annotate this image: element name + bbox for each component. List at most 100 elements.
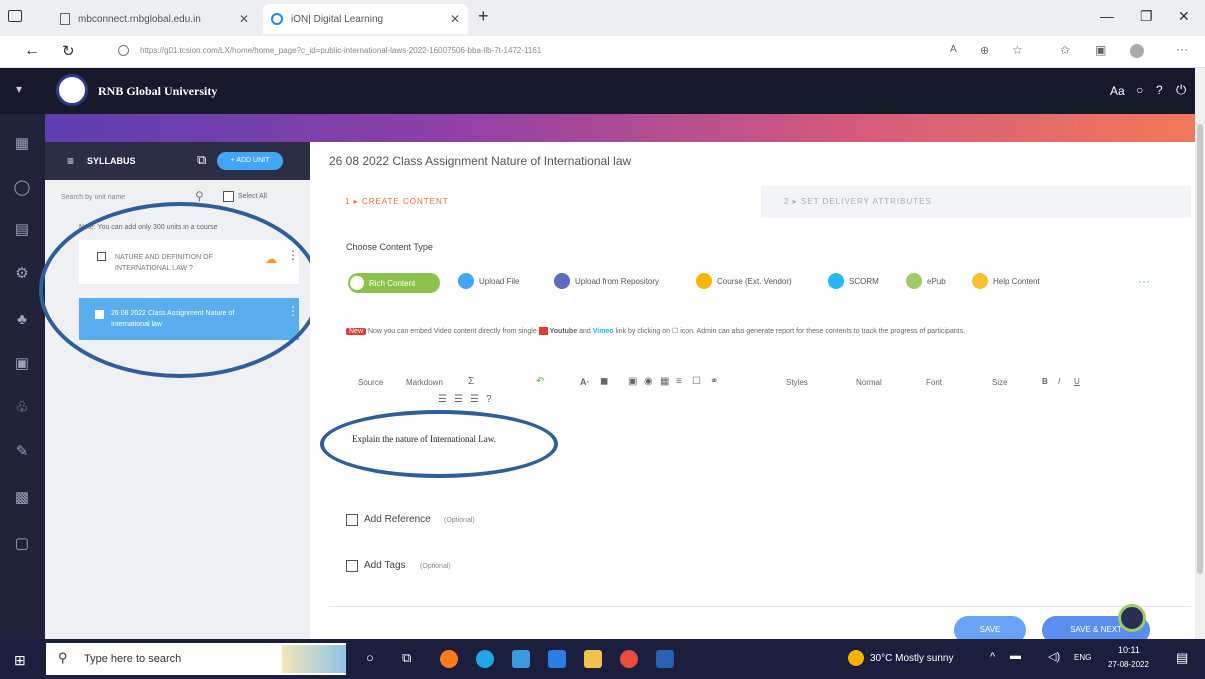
- content-type-help-content[interactable]: Help Content: [972, 273, 1040, 289]
- restore-icon[interactable]: ❐: [1140, 8, 1153, 25]
- font-select[interactable]: Font: [926, 378, 942, 387]
- menu-toggle-icon[interactable]: ▾: [16, 82, 22, 96]
- underline-button[interactable]: U: [1074, 377, 1080, 386]
- markdown-button[interactable]: Markdown: [406, 378, 443, 387]
- align-center-icon[interactable]: ☰: [454, 394, 463, 405]
- hr-icon[interactable]: ≡: [676, 376, 682, 387]
- edit-icon[interactable]: ✎: [12, 442, 32, 462]
- tab-ion-digital-learning[interactable]: iON| Digital Learning ✕: [263, 4, 468, 34]
- back-icon[interactable]: ←: [24, 42, 40, 60]
- content-type-upload-repository[interactable]: Upload from Repository: [554, 273, 659, 289]
- language-indicator[interactable]: ENG: [1074, 653, 1091, 662]
- library-icon[interactable]: ▩: [12, 488, 32, 508]
- windows-start-icon[interactable]: ⊞: [14, 652, 26, 669]
- content-type-course-ext-vendor[interactable]: Course (Ext. Vendor): [696, 273, 792, 289]
- collections-icon[interactable]: ▣: [1095, 43, 1106, 57]
- close-window-icon[interactable]: ✕: [1178, 8, 1190, 25]
- clock-date[interactable]: 27-08-2022: [1108, 660, 1149, 669]
- store-icon[interactable]: [512, 650, 530, 668]
- notifications-icon[interactable]: ▤: [1176, 650, 1188, 666]
- link-icon[interactable]: ⚭: [710, 376, 718, 387]
- cortana-icon[interactable]: ○: [366, 650, 374, 665]
- video-icon[interactable]: ◉: [644, 376, 653, 387]
- add-tags-checkbox[interactable]: [346, 560, 358, 572]
- read-aloud-icon[interactable]: A: [950, 44, 957, 55]
- new-tab-icon[interactable]: +: [478, 6, 489, 27]
- bg-color-icon[interactable]: ◼: [600, 376, 608, 387]
- help-toolbar-icon[interactable]: ?: [486, 394, 492, 405]
- tray-chevron-icon[interactable]: ^: [990, 651, 995, 663]
- upload-repository-label: Upload from Repository: [575, 276, 660, 286]
- content-type-upload-file[interactable]: Upload File: [458, 273, 519, 289]
- more-content-types-button[interactable]: ···: [1138, 274, 1150, 288]
- undo-icon[interactable]: ↶: [536, 376, 544, 387]
- sigma-icon[interactable]: Σ: [468, 376, 474, 387]
- firefox-icon[interactable]: [440, 650, 458, 668]
- help-icon[interactable]: ?: [1156, 83, 1163, 97]
- table-icon[interactable]: ▦: [660, 376, 669, 387]
- tab-actions-icon[interactable]: [8, 10, 22, 22]
- image-icon[interactable]: ▣: [628, 376, 637, 387]
- url-field[interactable]: https://g01.tcsion.com/LX/home/home_page…: [140, 46, 780, 55]
- people-icon[interactable]: ♧: [12, 398, 32, 418]
- search-icon[interactable]: ⚲: [195, 189, 204, 203]
- close-tab-icon[interactable]: ✕: [239, 12, 249, 26]
- step-create-content[interactable]: 1 ▸ CREATE CONTENT: [329, 186, 761, 218]
- zoom-icon[interactable]: ⊕: [980, 44, 989, 57]
- info-icon[interactable]: [118, 45, 129, 56]
- close-tab-icon[interactable]: ✕: [450, 12, 460, 26]
- size-select[interactable]: Size: [992, 378, 1008, 387]
- scrollbar-thumb[interactable]: [1197, 124, 1203, 574]
- book-icon[interactable]: ▤: [12, 220, 32, 240]
- content-type-rich-content[interactable]: Rich Content: [348, 273, 440, 293]
- report-icon[interactable]: ▣: [12, 354, 32, 374]
- new-badge: New: [346, 328, 367, 335]
- page-scrollbar[interactable]: [1195, 68, 1205, 639]
- favorite-add-icon[interactable]: ☆: [1012, 43, 1023, 57]
- align-right-icon[interactable]: ☰: [470, 394, 479, 405]
- content-type-epub[interactable]: ePub: [906, 273, 946, 289]
- step-delivery-attributes[interactable]: 2 ▸ SET DELIVERY ATTRIBUTES: [784, 197, 932, 206]
- mail-icon[interactable]: [548, 650, 566, 668]
- bold-button[interactable]: B: [1042, 377, 1048, 386]
- weather-text[interactable]: 30°C Mostly sunny: [870, 653, 953, 664]
- text-color-icon[interactable]: A·: [580, 377, 590, 387]
- select-all-checkbox[interactable]: [223, 191, 234, 202]
- copy-icon[interactable]: ⧉: [197, 152, 206, 168]
- clock-time[interactable]: 10:11: [1118, 645, 1140, 655]
- italic-button[interactable]: I: [1058, 377, 1060, 386]
- file-explorer-icon[interactable]: [584, 650, 602, 668]
- align-left-icon[interactable]: ☰: [438, 394, 447, 405]
- tab-label: iON| Digital Learning: [291, 13, 384, 25]
- favorites-icon[interactable]: ✩: [1060, 43, 1070, 57]
- minimize-icon[interactable]: —: [1100, 8, 1114, 24]
- taskbar-search[interactable]: ⚲ Type here to search: [46, 643, 346, 675]
- embed-toolbar-icon[interactable]: ☐: [692, 376, 701, 387]
- content-type-scorm[interactable]: SCORM: [828, 273, 879, 289]
- chatbot-icon[interactable]: [1118, 604, 1146, 632]
- edge-icon[interactable]: [476, 650, 494, 668]
- calendar-icon[interactable]: ▢: [12, 534, 32, 554]
- font-size-toggle[interactable]: Aa: [1110, 84, 1125, 98]
- task-view-icon[interactable]: ⧉: [402, 650, 411, 666]
- unit-search-input[interactable]: Search by unit name: [61, 194, 181, 201]
- group-icon[interactable]: ♣: [12, 310, 32, 330]
- power-icon[interactable]: ⏻: [1176, 82, 1186, 98]
- profile-icon[interactable]: [1130, 44, 1144, 58]
- tab-mbconnect[interactable]: mbconnect.rnbglobal.edu.in ✕: [52, 4, 257, 34]
- add-reference-checkbox[interactable]: [346, 514, 358, 526]
- refresh-icon[interactable]: ↻: [62, 42, 75, 60]
- source-button[interactable]: Source: [358, 378, 383, 387]
- word-icon[interactable]: [656, 650, 674, 668]
- user-icon[interactable]: ◯: [12, 178, 32, 198]
- add-unit-button[interactable]: + ADD UNIT: [217, 152, 283, 170]
- styles-select[interactable]: Styles: [786, 378, 808, 387]
- chrome-icon[interactable]: [620, 650, 638, 668]
- settings-icon[interactable]: ⚙: [12, 264, 32, 284]
- format-select[interactable]: Normal: [856, 378, 882, 387]
- network-icon[interactable]: ▬: [1010, 650, 1021, 662]
- notification-icon[interactable]: ○: [1136, 83, 1143, 97]
- volume-icon[interactable]: ◁): [1048, 650, 1060, 663]
- dashboard-icon[interactable]: ▦: [12, 134, 32, 154]
- more-icon[interactable]: ···: [1176, 42, 1188, 56]
